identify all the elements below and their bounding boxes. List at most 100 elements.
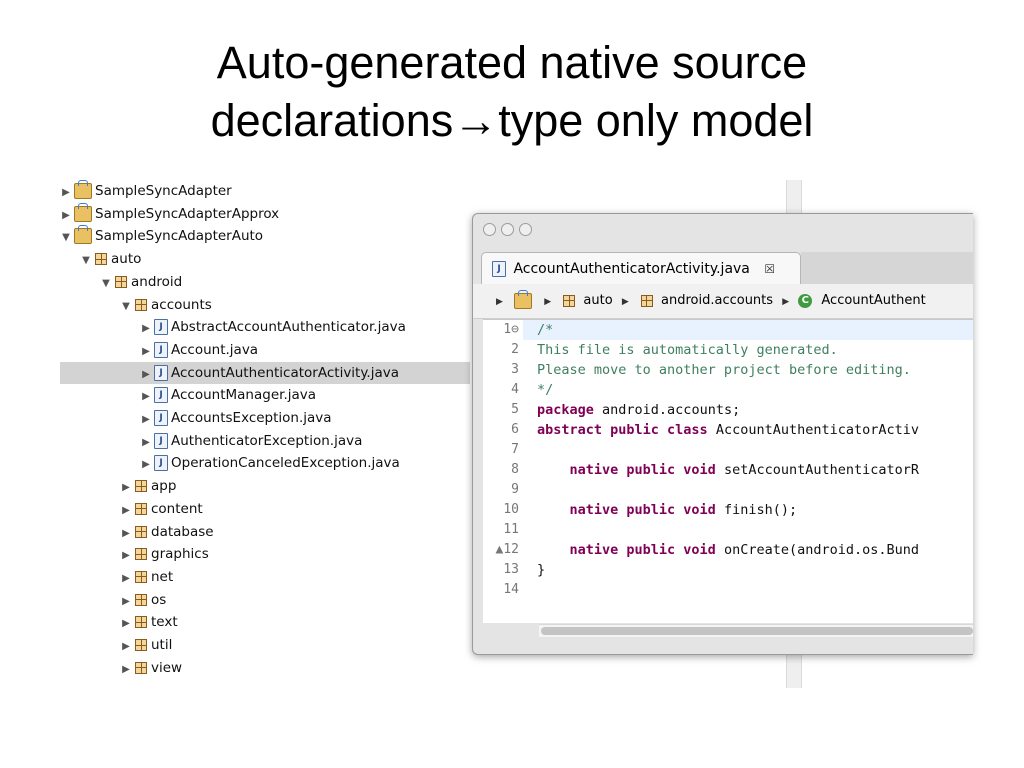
tree-item[interactable]: ▶ net: [60, 566, 470, 588]
chevron-right-icon[interactable]: ▶: [120, 636, 132, 658]
tree-item[interactable]: ▶ content: [60, 498, 470, 520]
tree-item[interactable]: ▶ text: [60, 611, 470, 633]
tree-item[interactable]: ▶ J AbstractAccountAuthenticator.java: [60, 316, 470, 338]
tree-item[interactable]: ▶ J AccountsException.java: [60, 407, 470, 429]
editor-tab[interactable]: J AccountAuthenticatorActivity.java ☒: [481, 252, 801, 284]
code-line[interactable]: */: [537, 380, 553, 400]
tree-item[interactable]: ▶ graphics: [60, 543, 470, 565]
chevron-right-icon[interactable]: ▶: [140, 341, 152, 363]
package-icon: [134, 661, 148, 675]
tab-strip: [801, 252, 973, 285]
line-number: 13: [503, 562, 519, 577]
code-comment: This file is automatically generated.: [537, 342, 838, 358]
breadcrumb: ▶ ▶ auto ▶ android.accounts ▶ C AccountA…: [473, 284, 973, 319]
code-line[interactable]: /*: [537, 320, 553, 340]
code-editor[interactable]: 1⊖ /* 2 This file is automatically generate…: [483, 319, 973, 623]
chevron-right-icon[interactable]: ▶: [120, 659, 132, 681]
package-icon: [562, 294, 576, 308]
chevron-right-icon[interactable]: ▶: [622, 285, 629, 319]
tree-item[interactable]: ▼ android: [60, 271, 470, 293]
project-icon: [74, 202, 92, 222]
package-icon: [134, 615, 148, 629]
chevron-right-icon[interactable]: ▶: [544, 285, 551, 319]
tree-item[interactable]: ▶ view: [60, 657, 470, 679]
chevron-right-icon[interactable]: ▶: [120, 591, 132, 613]
line-number: 5: [511, 402, 519, 417]
java-file-icon: J: [154, 341, 168, 358]
chevron-right-icon[interactable]: ▶: [140, 364, 152, 386]
code-line[interactable]: abstract public class AccountAuthenticat…: [537, 420, 919, 440]
tree-item[interactable]: ▶ J AccountAuthenticatorActivity.java: [60, 361, 470, 386]
code-line[interactable]: Please move to another project before ed…: [537, 360, 911, 380]
chevron-down-icon[interactable]: ▼: [60, 227, 72, 249]
java-file-icon: J: [154, 319, 168, 336]
chevron-right-icon[interactable]: ▶: [120, 477, 132, 499]
tree-item[interactable]: ▶ os: [60, 589, 470, 611]
chevron-right-icon[interactable]: ▶: [120, 545, 132, 567]
tree-item-label: content: [151, 500, 203, 517]
breadcrumb-package[interactable]: android.accounts: [661, 293, 773, 308]
tree-item[interactable]: ▶ J OperationCanceledException.java: [60, 452, 470, 474]
tree-item[interactable]: ▼ SampleSyncAdapterAuto: [60, 225, 470, 247]
chevron-right-icon[interactable]: ▶: [140, 386, 152, 408]
tree-item[interactable]: ▶ database: [60, 521, 470, 543]
tree-item-label: AbstractAccountAuthenticator.java: [171, 319, 406, 336]
code-line[interactable]: native public void onCreate(android.os.B…: [537, 540, 920, 560]
chevron-right-icon[interactable]: ▶: [140, 432, 152, 454]
scrollbar-thumb[interactable]: [541, 627, 973, 635]
close-tab-icon[interactable]: ☒: [764, 262, 775, 276]
chevron-right-icon[interactable]: ▶: [120, 568, 132, 590]
code-comment: Please move to another project before ed…: [537, 362, 911, 378]
chevron-right-icon[interactable]: ▶: [120, 523, 132, 545]
slide-title-line-1: Auto-generated native source: [216, 37, 808, 88]
chevron-down-icon[interactable]: ▼: [120, 296, 132, 318]
chevron-right-icon[interactable]: ▶: [782, 285, 789, 319]
tree-item[interactable]: ▶ J AccountManager.java: [60, 384, 470, 406]
chevron-right-icon[interactable]: ▶: [120, 613, 132, 635]
slide-title: Auto-generated native source declaration…: [0, 34, 1024, 150]
tree-item[interactable]: ▼ auto: [60, 248, 470, 270]
code-line[interactable]: native public void finish();: [537, 500, 798, 520]
horizontal-scrollbar[interactable]: [539, 624, 973, 637]
tree-item-label: android: [131, 273, 183, 290]
tree-item[interactable]: ▶ util: [60, 634, 470, 656]
line-number: 10: [503, 502, 519, 517]
code-line[interactable]: package android.accounts;: [537, 400, 740, 420]
chevron-down-icon[interactable]: ▼: [80, 250, 92, 272]
minimize-window-button[interactable]: [501, 223, 514, 236]
tree-item[interactable]: ▶ SampleSyncAdapterApprox: [60, 202, 470, 227]
close-window-button[interactable]: [483, 223, 496, 236]
tree-item-label: util: [151, 637, 173, 653]
tree-item[interactable]: ▼ accounts: [60, 294, 470, 316]
tree-item-label: AccountsException.java: [171, 410, 332, 426]
line-number: 6: [511, 422, 519, 437]
tree-item-label: view: [151, 659, 183, 676]
project-icon[interactable]: [514, 289, 533, 309]
java-file-icon: J: [154, 364, 168, 381]
code-keyword: abstract public class: [537, 422, 708, 438]
java-file-icon: J: [492, 261, 506, 277]
chevron-right-icon[interactable]: ▶: [140, 318, 152, 340]
java-file-icon: J: [154, 387, 168, 404]
tree-item[interactable]: ▶ J AuthenticatorException.java: [60, 430, 470, 452]
chevron-right-icon[interactable]: ▶: [140, 409, 152, 431]
zoom-window-button[interactable]: [519, 223, 532, 236]
tree-item[interactable]: ▶ SampleSyncAdapter: [60, 180, 470, 202]
code-line[interactable]: native public void setAccountAuthenticat…: [537, 460, 920, 480]
tree-item[interactable]: ▶ app: [60, 475, 470, 497]
chevron-right-icon[interactable]: ▶: [60, 205, 72, 227]
chevron-right-icon[interactable]: ▶: [60, 182, 72, 204]
code-comment: /*: [537, 322, 554, 338]
chevron-down-icon[interactable]: ▼: [100, 273, 112, 295]
tree-item-label: graphics: [151, 546, 209, 563]
tree-item-label: text: [151, 614, 178, 631]
code-keyword: package: [537, 402, 594, 418]
code-line[interactable]: This file is automatically generated.: [537, 340, 838, 360]
breadcrumb-auto[interactable]: auto: [583, 293, 612, 308]
chevron-right-icon[interactable]: ▶: [140, 454, 152, 476]
breadcrumb-class[interactable]: AccountAuthent: [821, 293, 925, 308]
tree-item[interactable]: ▶ J Account.java: [60, 339, 470, 361]
code-line[interactable]: }: [537, 560, 545, 580]
chevron-right-icon[interactable]: ▶: [496, 285, 503, 319]
chevron-right-icon[interactable]: ▶: [120, 500, 132, 522]
